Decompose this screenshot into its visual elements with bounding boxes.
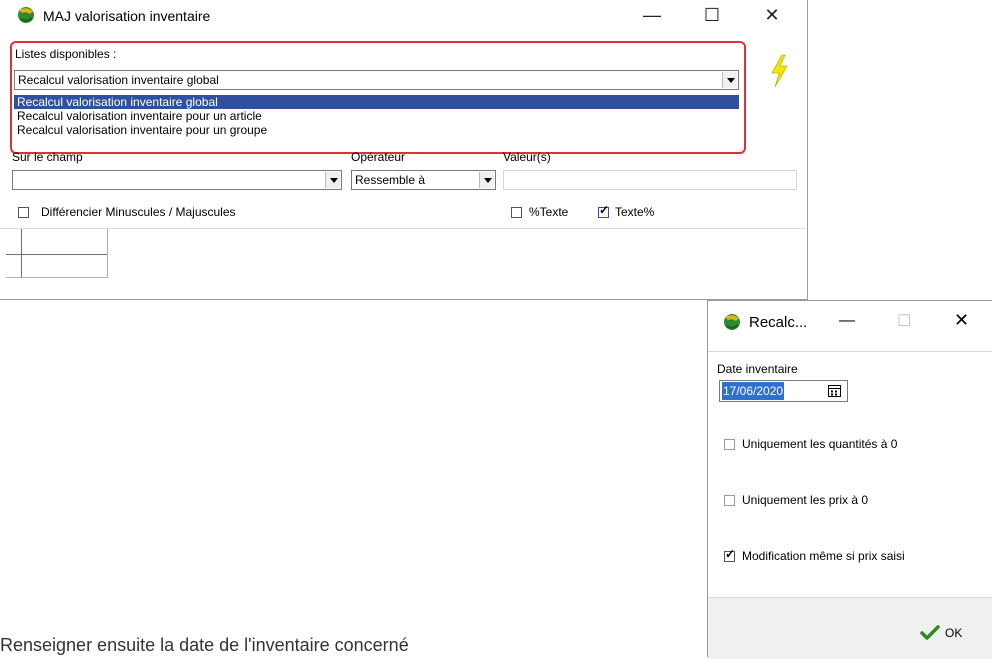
list-item[interactable]: Recalcul valorisation inventaire global — [14, 95, 739, 109]
dialog-title: Recalc... — [749, 314, 808, 331]
separator-line — [0, 228, 806, 229]
lists-combo-value: Recalcul valorisation inventaire global — [18, 73, 219, 87]
dialog-footer: OK — [708, 597, 992, 659]
values-label: Valeur(s) — [503, 150, 551, 164]
text-pct-checkbox[interactable] — [598, 203, 609, 218]
close-button[interactable]: ✕ — [752, 2, 792, 28]
date-label: Date inventaire — [717, 362, 798, 376]
ok-label: OK — [945, 626, 963, 640]
dialog-close-button[interactable]: ✕ — [954, 310, 969, 331]
force-modify-label: Modification même si prix saisi — [742, 549, 905, 563]
lists-combo[interactable]: Recalcul valorisation inventaire global — [14, 70, 739, 90]
list-item[interactable]: Recalcul valorisation inventaire pour un… — [14, 109, 739, 123]
main-window-title: MAJ valorisation inventaire — [43, 8, 211, 24]
chevron-down-icon[interactable] — [722, 72, 737, 88]
zero-price-checkbox[interactable] — [724, 495, 735, 506]
lists-dropdown: Recalcul valorisation inventaire global … — [14, 95, 739, 137]
case-sensitive-label: Différencier Minuscules / Majuscules — [41, 205, 236, 219]
operator-combo[interactable]: Ressemble à — [351, 170, 496, 190]
dialog-title-separator — [708, 351, 992, 352]
calendar-icon[interactable] — [828, 385, 841, 397]
dialog-minimize-button[interactable]: — — [839, 312, 855, 330]
lists-label: Listes disponibles : — [15, 47, 117, 61]
main-window: MAJ valorisation inventaire — ☐ ✕ Listes… — [0, 0, 808, 300]
text-pct-label: Texte% — [615, 205, 655, 219]
caption-text: Renseigner ensuite la date de l'inventai… — [0, 635, 409, 655]
grid-column-line — [21, 229, 22, 277]
operator-label: Opérateur — [351, 150, 406, 164]
field-combo[interactable] — [12, 170, 342, 190]
chevron-down-icon[interactable] — [479, 172, 494, 188]
force-modify-checkbox[interactable] — [724, 547, 735, 562]
field-label: Sur le champ — [12, 150, 83, 164]
ok-button[interactable]: OK — [908, 620, 988, 646]
results-grid — [6, 229, 108, 278]
dialog-maximize-button[interactable]: ☐ — [897, 311, 911, 331]
app-logo-icon — [724, 314, 740, 330]
zero-quantity-checkbox[interactable] — [724, 439, 735, 450]
app-logo-icon — [18, 7, 34, 23]
recalc-dialog: Recalc... — ☐ ✕ Date inventaire 17/06/20… — [707, 300, 992, 659]
list-item[interactable]: Recalcul valorisation inventaire pour un… — [14, 123, 739, 137]
maximize-button[interactable]: ☐ — [692, 2, 732, 28]
case-sensitive-checkbox[interactable] — [18, 207, 29, 218]
pct-text-checkbox[interactable] — [511, 207, 522, 218]
values-input[interactable] — [503, 170, 797, 190]
minimize-button[interactable]: — — [632, 2, 672, 28]
pct-text-label: %Texte — [529, 205, 569, 219]
dialog-titlebar: Recalc... — ☐ ✕ — [708, 301, 992, 341]
zero-quantity-label: Uniquement les quantités à 0 — [742, 437, 898, 451]
date-field[interactable]: 17/06/2020 — [719, 380, 848, 402]
main-titlebar: MAJ valorisation inventaire — ☐ ✕ — [0, 0, 807, 30]
chevron-down-icon[interactable] — [325, 172, 340, 188]
lightning-icon[interactable] — [768, 54, 790, 88]
zero-price-label: Uniquement les prix à 0 — [742, 493, 869, 507]
operator-combo-value: Ressemble à — [355, 173, 426, 187]
checkmark-icon — [920, 625, 940, 640]
date-value[interactable]: 17/06/2020 — [722, 382, 785, 400]
